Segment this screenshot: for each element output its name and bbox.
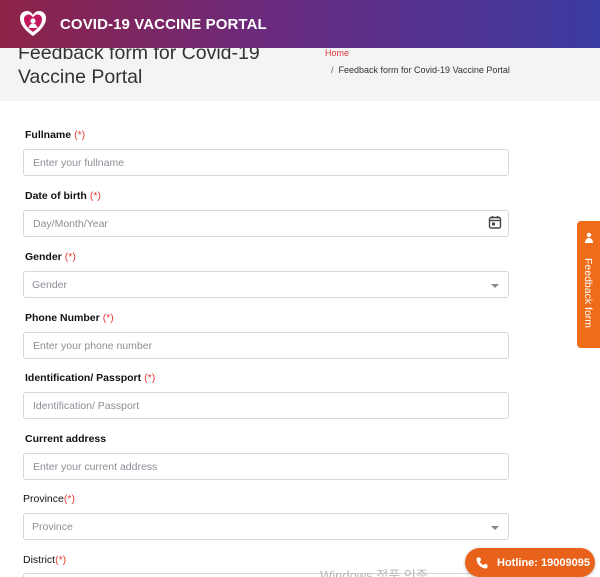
required-mark: (*) [89,190,101,202]
province-label: Province(*) [23,493,75,505]
address-label: Current address [25,433,106,445]
phone-icon [475,556,489,570]
breadcrumb-current-label: Feedback form for Covid-19 Vaccine Porta… [338,65,510,75]
district-label: District(*) [23,554,66,566]
gender-select-value: Gender [32,279,68,291]
breadcrumb-home-link[interactable]: Home [325,48,349,58]
fullname-input[interactable] [23,149,509,176]
gender-label-text: Gender [25,251,62,263]
province-label-text: Province [23,493,64,505]
district-label-text: District [23,554,56,566]
phone-input[interactable] [23,332,509,359]
feedback-person-icon [583,231,595,243]
dob-label-text: Date of birth [25,190,87,202]
gender-label: Gender (*) [25,251,76,263]
page-header: Feedback form for Covid-19 Vaccine Porta… [0,48,600,101]
required-mark: (*) [102,312,114,324]
address-label-text: Current address [25,433,107,445]
hotline-label: Hotline: 19009095 [497,556,590,569]
identification-input[interactable] [23,392,509,419]
chevron-down-icon [491,284,499,288]
required-mark: (*) [64,251,76,263]
top-navbar: COVID-19 VACCINE PORTAL [0,0,600,48]
district-select[interactable] [23,573,509,577]
required-mark: (*) [74,129,86,141]
phone-label: Phone Number (*) [25,312,114,324]
calendar-icon[interactable] [488,215,502,229]
feedback-side-tab-label: Feedback form [582,258,594,329]
fullname-label: Fullname (*) [25,129,85,141]
province-select-value: Province [32,521,73,533]
breadcrumb-separator: / [331,65,334,75]
hotline-button[interactable]: Hotline: 19009095 [465,548,595,577]
address-input[interactable] [23,453,509,480]
feedback-side-tab[interactable]: Feedback form [577,221,600,348]
gender-select[interactable]: Gender [23,271,509,298]
phone-label-text: Phone Number [25,312,100,324]
page-title: Feedback form for Covid-19 Vaccine Porta… [18,48,260,88]
dob-label: Date of birth (*) [25,190,101,202]
required-mark: (*) [144,372,156,384]
dob-input[interactable] [23,210,509,237]
app-title[interactable]: COVID-19 VACCINE PORTAL [60,16,267,33]
windows-activation-watermark: Windows 정품 인증 [320,568,428,577]
identification-label: Identification/ Passport (*) [25,372,155,384]
heart-shield-logo-icon[interactable] [18,9,48,39]
required-mark: (*) [55,554,67,566]
chevron-down-icon [491,526,499,530]
breadcrumb-current: / Feedback form for Covid-19 Vaccine Port… [331,63,511,78]
required-mark: (*) [63,493,75,505]
fullname-label-text: Fullname [25,129,72,141]
province-select[interactable]: Province [23,513,509,540]
identification-label-text: Identification/ Passport [25,372,142,384]
